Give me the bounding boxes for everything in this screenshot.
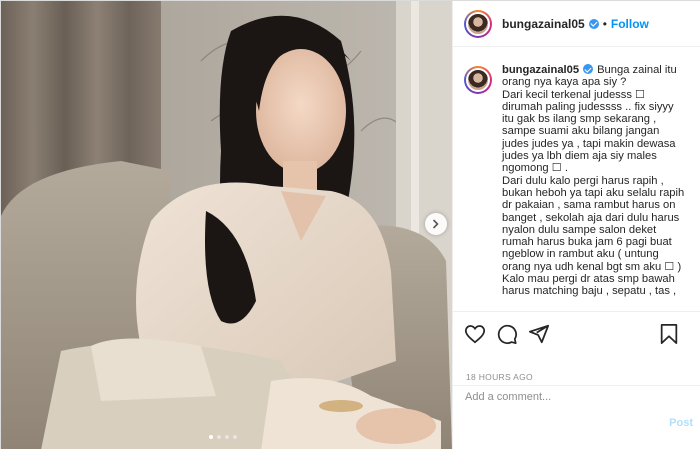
header-username[interactable]: bungazainal05 (502, 17, 585, 31)
carousel-dots (209, 435, 237, 439)
caption-line: bungazainal05 Bunga zainal itu orang nya … (502, 64, 687, 89)
avatar[interactable] (464, 9, 492, 38)
verified-badge-icon (588, 18, 599, 29)
heart-icon (464, 324, 486, 343)
post-timestamp[interactable]: 18 HOURS AGO (466, 372, 533, 382)
follow-button[interactable]: Follow (611, 17, 649, 31)
verified-badge-icon (583, 64, 594, 74)
comments-area[interactable]: bungazainal05 Bunga zainal itu orang nya … (453, 48, 700, 310)
bookmark-icon (660, 323, 678, 345)
chevron-right-icon (433, 219, 439, 229)
post-dialog: bungazainal05 • Follow bungazainal05 Bung… (0, 0, 700, 449)
share-icon (528, 324, 550, 343)
share-button[interactable] (527, 322, 551, 346)
post-side-panel: bungazainal05 • Follow bungazainal05 Bung… (452, 1, 700, 449)
carousel-dot (217, 435, 221, 439)
caption-username[interactable]: bungazainal05 (502, 64, 579, 76)
post-comment-button[interactable]: Post (669, 417, 693, 429)
next-slide-button[interactable] (425, 213, 447, 235)
caption-line: Kalo mau pergi dr atas smp bawah harus m… (502, 273, 677, 298)
caption-line: Dari dulu kalo pergi harus rapih , bukan… (502, 174, 685, 273)
caption-line: Dari kecil terkenal judesss ☐ dirumah pa… (502, 88, 676, 175)
add-comment-section: Post (453, 385, 700, 449)
like-button[interactable] (463, 322, 487, 346)
post-header: bungazainal05 • Follow (453, 1, 700, 47)
header-separator: • (602, 16, 607, 31)
save-button[interactable] (657, 322, 681, 346)
caption-text: bungazainal05 Bunga zainal itu orang nya … (502, 64, 687, 298)
carousel-dot (233, 435, 237, 439)
carousel-dot-active (209, 435, 213, 439)
comment-button[interactable] (495, 322, 519, 346)
comment-icon (497, 324, 517, 344)
avatar[interactable] (464, 66, 492, 94)
post-photo[interactable] (1, 1, 452, 449)
photo-image (1, 1, 452, 449)
action-bar (453, 311, 700, 355)
comment-input[interactable] (465, 391, 655, 403)
carousel-dot (225, 435, 229, 439)
caption-row: bungazainal05 Bunga zainal itu orang nya … (464, 64, 691, 298)
